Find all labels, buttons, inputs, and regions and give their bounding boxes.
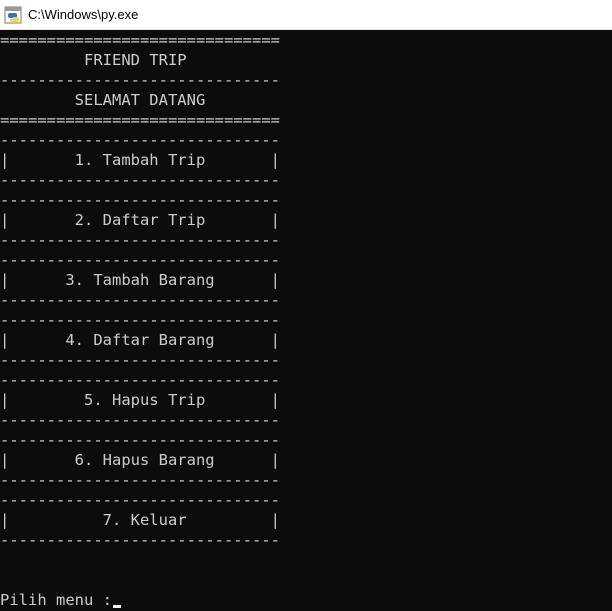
console-line: ------------------------------ <box>0 191 280 209</box>
console-line: | 2. Daftar Trip | <box>0 211 280 229</box>
console-lines: ============================== FRIEND TR… <box>0 30 612 590</box>
console-line: ============================== <box>0 111 280 129</box>
console-line: ------------------------------ <box>0 291 280 309</box>
console-line: FRIEND TRIP <box>0 51 187 69</box>
console-line: | 3. Tambah Barang | <box>0 271 280 289</box>
prompt-line[interactable]: Pilih menu : <box>0 590 121 610</box>
console-line: ------------------------------ <box>0 231 280 249</box>
python-icon <box>4 6 22 23</box>
console-line: ------------------------------ <box>0 411 280 429</box>
console-line: | 7. Keluar | <box>0 511 280 529</box>
console-line: ------------------------------ <box>0 131 280 149</box>
console-line: ------------------------------ <box>0 171 280 189</box>
console-line: ------------------------------ <box>0 371 280 389</box>
console-line: | 6. Hapus Barang | <box>0 451 280 469</box>
console-line: ------------------------------ <box>0 351 280 369</box>
console-window: C:\Windows\py.exe ======================… <box>0 0 612 611</box>
console-line: | 5. Hapus Trip | <box>0 391 280 409</box>
console-line: ------------------------------ <box>0 311 280 329</box>
console-line: ------------------------------ <box>0 71 280 89</box>
console-line: ------------------------------ <box>0 471 280 489</box>
title-bar[interactable]: C:\Windows\py.exe <box>0 0 612 30</box>
console-line: ------------------------------ <box>0 251 280 269</box>
console-line: ------------------------------ <box>0 531 280 549</box>
console-line: SELAMAT DATANG <box>0 91 206 109</box>
console-line: ============================== <box>0 31 280 49</box>
window-title: C:\Windows\py.exe <box>28 7 139 22</box>
prompt-text: Pilih menu : <box>0 591 112 609</box>
text-cursor <box>112 605 121 608</box>
console-line: ------------------------------ <box>0 431 280 449</box>
console-line: | 1. Tambah Trip | <box>0 151 280 169</box>
console-output[interactable]: ============================== FRIEND TR… <box>0 30 612 611</box>
console-line: | 4. Daftar Barang | <box>0 331 280 349</box>
console-line: ------------------------------ <box>0 491 280 509</box>
